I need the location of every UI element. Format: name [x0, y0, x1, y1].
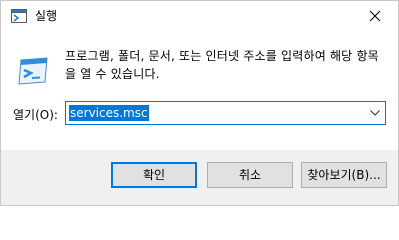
- button-bar: 확인 취소 찾아보기(B)...: [1, 150, 398, 205]
- cancel-button[interactable]: 취소: [207, 162, 293, 188]
- open-combobox[interactable]: services.msc: [65, 101, 386, 125]
- run-app-icon: [11, 9, 27, 23]
- close-icon: [369, 10, 381, 22]
- dialog-body: 프로그램, 폴더, 문서, 또는 인터넷 주소를 입력하여 해당 항목을 열 수…: [1, 31, 398, 150]
- run-dialog: 실행 프로그램, 폴더, 문서, 또는 인터넷 주소를 입력하여 해당 항목을 …: [0, 0, 399, 206]
- open-input-value[interactable]: services.msc: [69, 105, 149, 121]
- ok-button[interactable]: 확인: [111, 162, 197, 188]
- open-label: 열기(O):: [13, 108, 58, 122]
- run-icon: [18, 57, 48, 85]
- chevron-down-icon: [370, 110, 380, 116]
- description-text: 프로그램, 폴더, 문서, 또는 인터넷 주소를 입력하여 해당 항목을 열 수…: [65, 49, 379, 81]
- close-button[interactable]: [352, 1, 398, 31]
- title-bar[interactable]: 실행: [1, 1, 398, 31]
- browse-button[interactable]: 찾아보기(B)...: [301, 162, 387, 188]
- dropdown-button[interactable]: [365, 102, 385, 124]
- window-title: 실행: [35, 9, 58, 23]
